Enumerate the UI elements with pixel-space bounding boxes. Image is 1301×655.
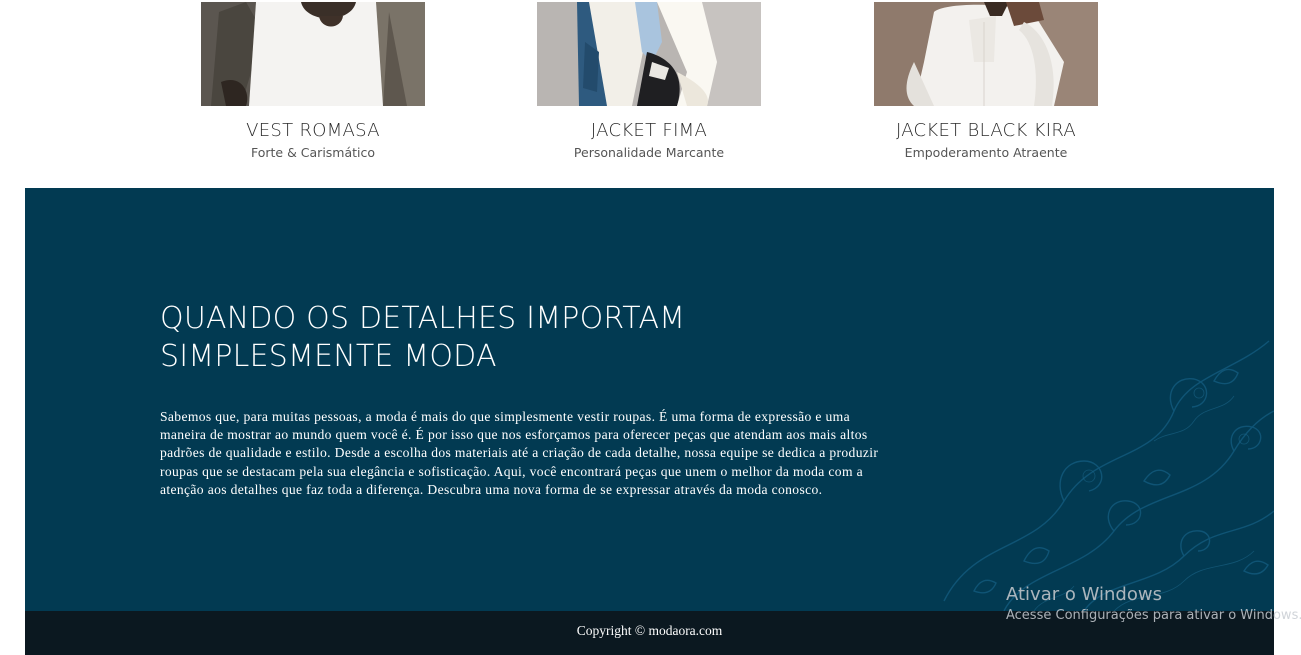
watermark-subtitle: Acesse Configurações para ativar o Windo…: [1006, 608, 1301, 623]
feature-heading: QUANDO OS DETALHES IMPORTAM SIMPLESMENTE…: [160, 300, 685, 376]
product-card-jacket-fima[interactable]: JACKET FIMA Personalidade Marcante: [479, 0, 819, 161]
product-tagline: Empoderamento Atraente: [904, 145, 1068, 160]
feature-body-text: Sabemos que, para muitas pessoas, a moda…: [160, 409, 879, 497]
product-name[interactable]: JACKET BLACK KIRA: [816, 120, 1156, 142]
product-name[interactable]: VEST ROMASA: [143, 120, 483, 142]
watermark-title: Ativar o Windows: [1006, 584, 1162, 605]
product-photo-vest-romasa: [201, 2, 425, 106]
windows-activation-watermark: Ativar o Windows Acesse Configurações pa…: [1006, 583, 1301, 625]
product-photo-jacket-fima: [537, 2, 761, 106]
product-tagline: Personalidade Marcante: [573, 145, 725, 160]
product-name[interactable]: JACKET FIMA: [479, 120, 819, 142]
feature-heading-line-1: QUANDO OS DETALHES IMPORTAM: [160, 301, 686, 336]
product-photo[interactable]: [537, 2, 761, 106]
product-photo-jacket-black-kira: [874, 2, 1098, 106]
floral-pattern-decoration: [943, 340, 1274, 611]
product-card-jacket-black-kira[interactable]: JACKET BLACK KIRA Empoderamento Atraente: [816, 0, 1156, 161]
product-photo[interactable]: [874, 2, 1098, 106]
feature-heading-line-2: SIMPLESMENTE MODA: [160, 339, 497, 374]
copyright-text: Copyright © modaora.com: [576, 623, 723, 638]
feature-section: QUANDO OS DETALHES IMPORTAM SIMPLESMENTE…: [25, 188, 1274, 611]
product-row: VEST ROMASA Forte & Carismático JACKET F…: [0, 0, 1301, 188]
product-card-vest-romasa[interactable]: VEST ROMASA Forte & Carismático: [143, 0, 483, 161]
product-tagline: Forte & Carismático: [250, 145, 376, 160]
product-photo[interactable]: [201, 2, 425, 106]
